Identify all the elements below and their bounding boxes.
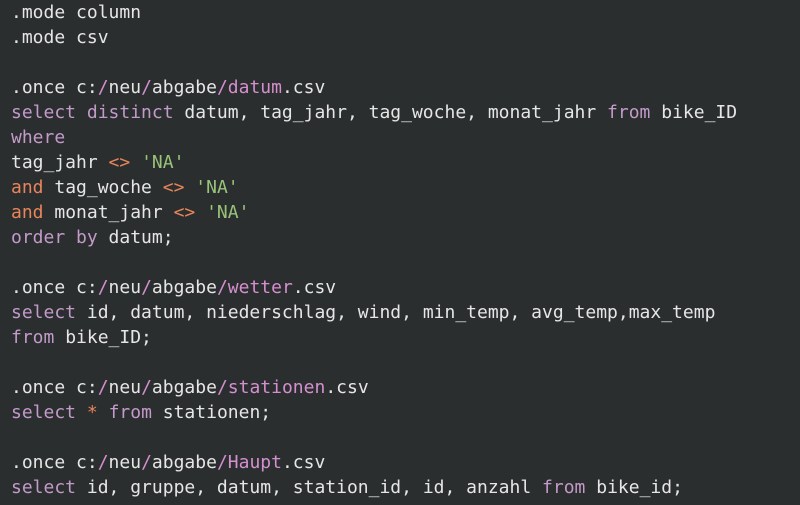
code-token: where — [11, 127, 66, 148]
code-token: id, datum, niederschlag, wind, min_temp,… — [76, 302, 716, 323]
code-token: .once c: — [11, 452, 98, 473]
code-token: <> — [173, 202, 196, 223]
code-token: /wetter — [216, 277, 293, 298]
code-token: .once c: — [11, 77, 98, 98]
code-token: .csv — [325, 377, 369, 398]
code-token: / — [97, 277, 109, 298]
code-token: .mode csv — [11, 27, 109, 48]
code-token: * — [86, 402, 98, 423]
code-line: select distinct datum, tag_jahr, tag_woc… — [11, 100, 800, 125]
code-token: id, gruppe, datum, station_id, id, anzah… — [76, 477, 543, 498]
code-token: select — [11, 302, 77, 323]
code-token: .csv — [281, 452, 326, 473]
code-token: 'NA' — [206, 202, 250, 223]
code-token: / — [141, 77, 152, 98]
code-line: select id, datum, niederschlag, wind, mi… — [11, 300, 800, 325]
code-token: select distinct — [11, 102, 174, 123]
code-token: / — [141, 452, 152, 473]
code-line: .once c:/neu/abgabe/wetter.csv — [11, 275, 800, 300]
code-line: .once c:/neu/abgabe/stationen.csv — [11, 375, 800, 400]
code-token: neu — [108, 452, 142, 473]
code-token: / — [97, 452, 109, 473]
code-token: from — [542, 477, 586, 498]
code-token: .csv — [292, 277, 337, 298]
code-token: neu — [108, 377, 142, 398]
code-token: .mode column — [11, 2, 142, 23]
code-token: abgabe — [151, 77, 217, 98]
code-token: .csv — [281, 77, 326, 98]
code-token: from — [11, 327, 55, 348]
code-token: <> — [108, 152, 131, 173]
code-line: and monat_jahr <> 'NA' — [11, 200, 800, 225]
code-token: select — [11, 477, 77, 498]
code-line: .mode column — [11, 0, 800, 25]
code-token: tag_woche — [43, 177, 163, 198]
code-editor[interactable]: .mode column .mode csv .once c:/neu/abgabe… — [0, 0, 800, 505]
code-line: select id, gruppe, datum, station_id, id… — [11, 475, 800, 500]
code-token: neu — [108, 77, 142, 98]
code-line: where — [11, 125, 800, 150]
code-token: /Haupt — [216, 452, 282, 473]
code-token: / — [141, 377, 152, 398]
code-token: stationen; — [151, 402, 272, 423]
code-token: 'NA' — [141, 152, 185, 173]
code-line: .mode csv — [11, 25, 800, 50]
code-token: abgabe — [151, 452, 217, 473]
code-token: 'NA' — [195, 177, 239, 198]
code-token: / — [97, 377, 109, 398]
code-token: neu — [108, 277, 142, 298]
code-token: /datum — [216, 77, 282, 98]
code-token: select — [11, 402, 77, 423]
code-token: /stationen — [216, 377, 326, 398]
code-token: tag_jahr — [11, 152, 109, 173]
code-token: bike_id; — [585, 477, 683, 498]
code-token: datum, tag_jahr, tag_woche, monat_jahr — [173, 102, 608, 123]
code-token: from — [607, 102, 651, 123]
code-line: and tag_woche <> 'NA' — [11, 175, 800, 200]
code-token: monat_jahr — [43, 202, 174, 223]
code-token: / — [141, 277, 152, 298]
code-line: .once c:/neu/abgabe/Haupt.csv — [11, 450, 800, 475]
code-line: tag_jahr <> 'NA' — [11, 150, 800, 175]
code-line: from bike_ID; — [11, 325, 800, 350]
code-token: / — [97, 77, 109, 98]
code-token: from — [108, 402, 152, 423]
code-token: .once c: — [11, 277, 98, 298]
code-line: .once c:/neu/abgabe/datum.csv — [11, 75, 800, 100]
code-token: bike_ID — [650, 102, 738, 123]
code-token: and — [11, 177, 44, 198]
code-token: abgabe — [151, 377, 217, 398]
code-token: .once c: — [11, 377, 98, 398]
code-token: bike_ID; — [54, 327, 152, 348]
code-token: and — [11, 202, 44, 223]
code-line: select * from stationen; — [11, 400, 800, 425]
code-token: order by — [11, 227, 98, 248]
code-token: <> — [162, 177, 185, 198]
code-token: datum; — [97, 227, 174, 248]
code-line: order by datum; — [11, 225, 800, 250]
code-token: abgabe — [151, 277, 217, 298]
